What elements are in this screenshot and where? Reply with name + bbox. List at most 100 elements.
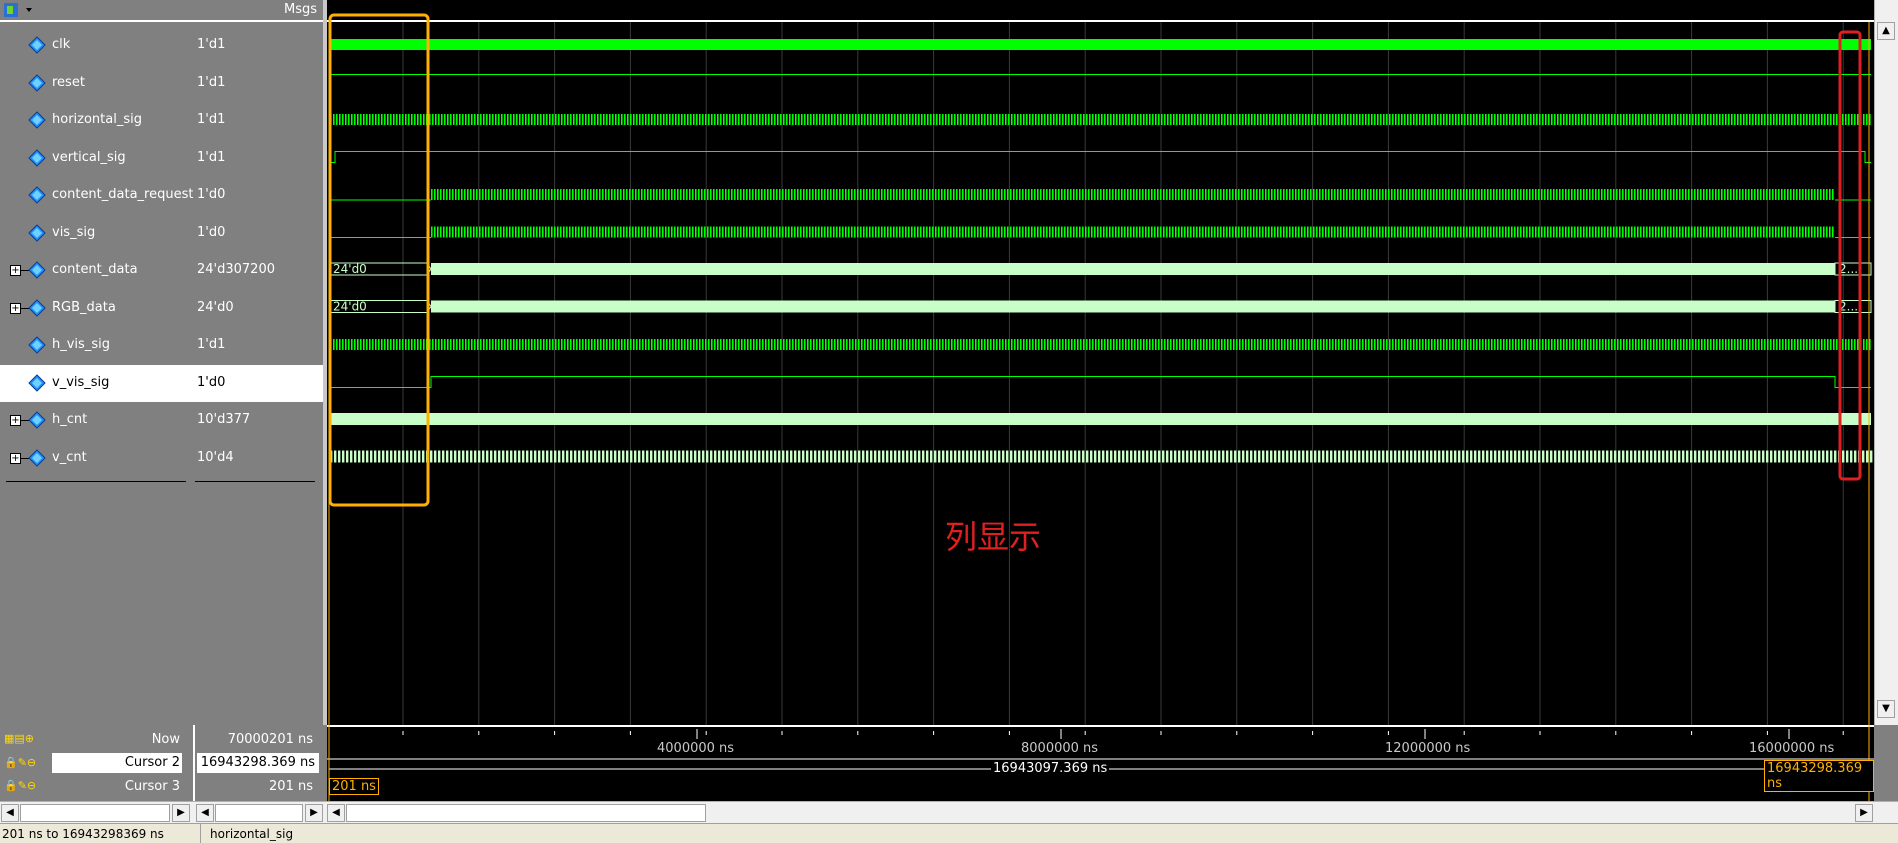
pulse (1013, 189, 1015, 200)
scroll-left-icon[interactable]: ◀ (196, 804, 214, 822)
pulse (1047, 114, 1049, 125)
value-row-v_vis_sig[interactable]: 1'd0 (193, 364, 323, 402)
value-row-content_data_request[interactable]: 1'd0 (193, 177, 323, 214)
pulse (578, 189, 580, 200)
pulse (1335, 114, 1337, 125)
pulse (1650, 339, 1652, 350)
signal-row-h_vis_sig[interactable]: h_vis_sig (0, 327, 193, 364)
signal-row-clk[interactable]: clk (0, 27, 193, 64)
pulse (1214, 226, 1216, 238)
bus-value-label: 2... (1839, 262, 1858, 276)
waveform-area[interactable]: 24'd0 2... 24'd0 2... 列显示 (327, 0, 1874, 725)
pulse (1749, 114, 1751, 125)
pulse (1580, 226, 1582, 238)
pulse (1311, 339, 1313, 350)
pulse (786, 339, 788, 350)
wave-hscroll-thumb[interactable] (346, 804, 706, 822)
expand-icon[interactable]: + (10, 302, 21, 314)
pulse (441, 114, 443, 125)
horizontal-scroll-row: ◀ ▶ ◀ ▶ ◀ ▶ (0, 801, 1898, 823)
bus-transition (502, 450, 505, 463)
value-row-clk[interactable]: 1'd1 (193, 27, 323, 64)
pulse (1508, 226, 1510, 238)
bus-value-label: 24'd0 (333, 300, 367, 314)
vertical-scrollbar[interactable]: ▲ ▼ (1874, 0, 1898, 725)
pulse (1146, 114, 1148, 125)
pulse (1787, 189, 1789, 200)
value-row-vertical_sig[interactable]: 1'd1 (193, 140, 323, 177)
value-row-RGB_data[interactable]: 24'd0 (193, 290, 323, 327)
pulse (866, 226, 868, 238)
bus-transition (1758, 450, 1761, 463)
value-row-reset[interactable]: 1'd1 (193, 65, 323, 102)
value-row-vis_sig[interactable]: 1'd0 (193, 215, 323, 252)
waveform-canvas[interactable]: 24'd0 2...24'd0 2... (327, 0, 1874, 725)
signal-row-vis_sig[interactable]: vis_sig (0, 215, 193, 252)
signal-row-content_data[interactable]: + content_data (0, 252, 193, 289)
pulse (1694, 226, 1696, 238)
scroll-right-icon[interactable]: ▶ (305, 804, 323, 822)
pulse (1346, 226, 1348, 238)
signal-row-v_cnt[interactable]: + v_cnt (0, 440, 193, 477)
pulse (1527, 114, 1529, 125)
expand-icon[interactable]: + (10, 452, 21, 464)
value-row-h_cnt[interactable]: 10'd377 (193, 402, 323, 439)
signal-row-horizontal_sig[interactable]: horizontal_sig (0, 102, 193, 139)
value-row-v_cnt[interactable]: 10'd4 (193, 440, 323, 477)
pulse (1035, 114, 1037, 125)
expand-icon[interactable]: + (10, 415, 21, 426)
pulse (524, 189, 526, 200)
bus-transition (1622, 450, 1625, 463)
scroll-down-icon[interactable]: ▼ (1877, 700, 1895, 718)
pulse (875, 226, 877, 238)
scroll-up-icon[interactable]: ▲ (1877, 22, 1895, 40)
bus-transition (858, 450, 861, 463)
pulse (1791, 114, 1793, 125)
signal-row-content_data_request[interactable]: content_data_request (0, 177, 193, 214)
pulse (1691, 226, 1693, 238)
bus-transition (1594, 450, 1597, 463)
signal-row-v_vis_sig[interactable]: v_vis_sig (0, 364, 193, 402)
timeline-ruler[interactable]: 4000000 ns 8000000 ns 12000000 ns 160000… (327, 725, 1874, 801)
cursor2-label[interactable]: Cursor 2 (52, 753, 182, 773)
bus-transition (654, 450, 657, 463)
pulse (974, 226, 976, 238)
name-hscroll-track[interactable] (20, 804, 170, 822)
cursor2-value[interactable]: 16943298.369 ns (197, 753, 319, 773)
pulse (962, 189, 964, 200)
cursor2-lock-icon[interactable]: 🔒✎⊖ (4, 756, 36, 769)
pulse (1568, 226, 1570, 238)
pulse (467, 226, 469, 238)
scroll-left-icon[interactable]: ◀ (327, 804, 345, 822)
expand-icon[interactable]: + (10, 265, 21, 276)
signal-row-reset[interactable]: reset (0, 65, 193, 102)
vertical-scroll-track[interactable] (1878, 46, 1894, 666)
value-hscroll-track[interactable] (215, 804, 303, 822)
pulse (1440, 114, 1442, 125)
signal-row-vertical_sig[interactable]: vertical_sig (0, 140, 193, 177)
cursor3-time-label[interactable]: 201 ns (329, 778, 379, 795)
pulse (1266, 114, 1268, 125)
pulse (542, 189, 544, 200)
scroll-left-icon[interactable]: ◀ (1, 804, 19, 822)
pulse (836, 189, 838, 200)
bus-transition (1754, 450, 1757, 463)
status-range: 201 ns to 16943298369 ns (2, 827, 164, 841)
scroll-right-icon[interactable]: ▶ (172, 804, 190, 822)
pulse (1401, 339, 1403, 350)
pulse (1355, 226, 1357, 238)
pulse (1703, 226, 1705, 238)
bus-transition (694, 450, 697, 463)
cursor2-time-label[interactable]: 16943298.369 ns (1764, 760, 1874, 792)
scroll-right-icon[interactable]: ▶ (1855, 804, 1873, 822)
pulse (1305, 339, 1307, 350)
wave-toolbar-icon[interactable] (2, 0, 36, 20)
pulse (1778, 189, 1780, 200)
value-row-content_data[interactable]: 24'd307200 (193, 252, 323, 289)
value-row-h_vis_sig[interactable]: 1'd1 (193, 327, 323, 364)
signal-row-h_cnt[interactable]: + h_cnt (0, 402, 193, 439)
pulse (1701, 339, 1703, 350)
value-row-horizontal_sig[interactable]: 1'd1 (193, 102, 323, 139)
pulse (975, 339, 977, 350)
signal-row-RGB_data[interactable]: + RGB_data (0, 290, 193, 327)
